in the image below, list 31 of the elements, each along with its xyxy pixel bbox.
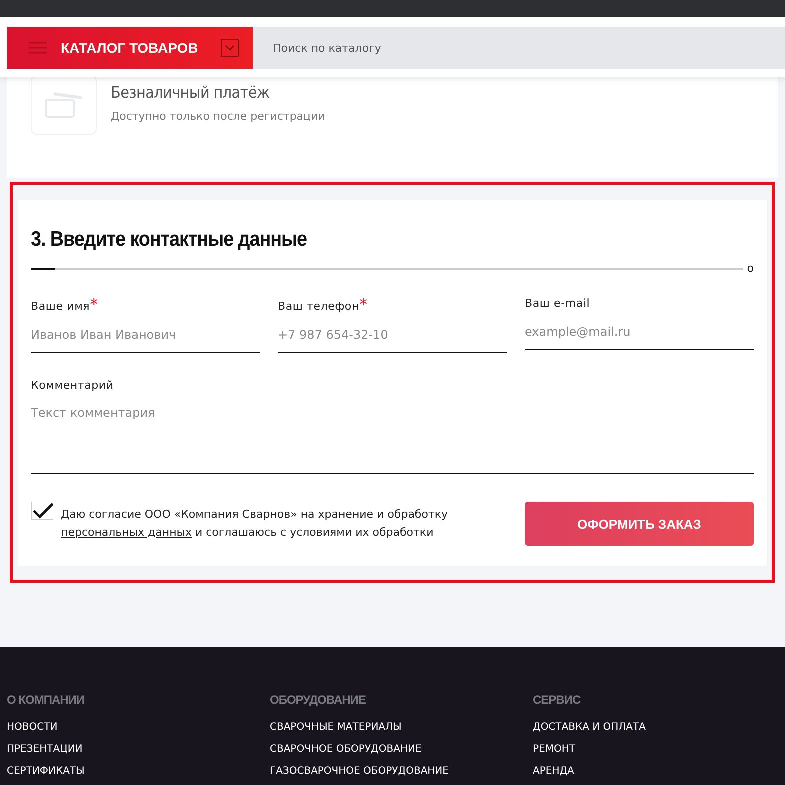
footer-link[interactable]: АРЕНДА — [533, 766, 778, 777]
menu-icon — [29, 42, 47, 54]
consent-text: Даю согласие ООО «Компания Сварнов» на хранение и обработку персональных данных и соглашаюсь с условиями их обработки — [61, 507, 450, 541]
footer-link[interactable]: ПРЕЗЕНТАЦИИ — [7, 744, 270, 755]
footer-link[interactable]: РЕМОНТ — [533, 744, 778, 755]
field-label: Ваш e-mail — [525, 297, 590, 310]
field-label: Ваш телефон — [278, 300, 360, 313]
footer-link[interactable]: СВАРОЧНЫЕ МАТЕРИАЛЫ — [270, 722, 533, 733]
footer-link[interactable]: ДОСТАВКА И ОПЛАТА — [533, 722, 778, 733]
payment-title: Безналичный платёж — [111, 83, 271, 102]
search-field[interactable]: Поиск по каталогу — [253, 27, 785, 69]
caret-icon — [221, 39, 239, 57]
footer-link[interactable]: СЕРТИФИКАТЫ — [7, 766, 270, 777]
consent-checkbox[interactable] — [31, 502, 53, 520]
catalog-button[interactable]: КАТАЛОГ ТОВАРОВ — [7, 27, 253, 69]
divider-mark: o — [747, 262, 754, 275]
footer-heading: СЕРВИС — [533, 693, 582, 707]
field-label: Комментарий — [31, 379, 115, 392]
payment-note: Доступно только после регистрации — [111, 110, 326, 123]
required-mark: * — [90, 295, 98, 314]
submit-button[interactable]: ОФОРМИТЬ ЗАКАЗ — [525, 502, 754, 546]
required-mark: * — [359, 295, 368, 314]
card-icon — [31, 75, 97, 135]
footer-link[interactable]: ГАЗОСВАРОЧНОЕ ОБОРУДОВАНИЕ — [270, 766, 533, 777]
section-title: 3. Введите контактные данные — [31, 228, 308, 252]
field-label: Ваше имя — [31, 300, 90, 313]
footer-link[interactable]: СВАРОЧНОЕ ОБОРУДОВАНИЕ — [270, 744, 533, 755]
footer-heading: О КОМПАНИИ — [7, 693, 86, 707]
personal-data-link[interactable]: персональных данных — [61, 526, 192, 539]
footer-heading: ОБОРУДОВАНИЕ — [270, 693, 367, 707]
footer-link[interactable]: НОВОСТИ — [7, 722, 270, 733]
